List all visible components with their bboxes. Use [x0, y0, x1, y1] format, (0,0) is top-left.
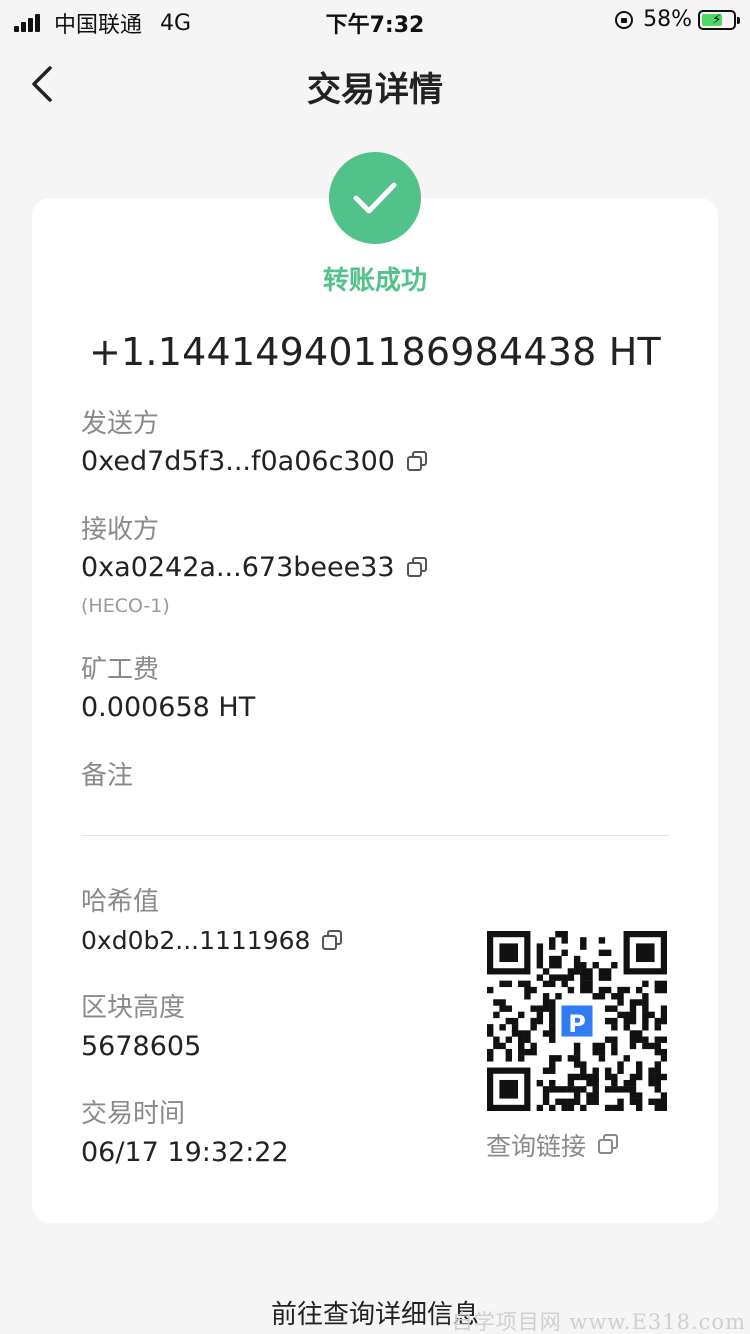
hash-value: 0xd0b2...1111968 [81, 926, 344, 955]
copy-icon[interactable] [322, 929, 344, 952]
status-bar: 中国联通 4G 下午7:32 58% ⚡ [0, 0, 750, 40]
block-height-label: 区块高度 [81, 993, 186, 1023]
status-right: 58% ⚡ [615, 7, 740, 32]
orientation-lock-icon [615, 10, 634, 29]
receiver-address: 0xa0242a...673beee33 [81, 552, 429, 583]
copy-icon[interactable] [406, 450, 429, 473]
screen: 中国联通 4G 下午7:32 58% ⚡ 交易详情 转账成功 +1.144149… [0, 0, 750, 1334]
transfer-status: 转账成功 [322, 266, 427, 296]
fee-label: 矿工费 [81, 655, 160, 685]
sender-address-text: 0xed7d5f3...f0a06c300 [81, 446, 395, 477]
receiver-label: 接收方 [81, 515, 160, 545]
page-title: 交易详情 [307, 70, 443, 110]
battery-percent: 58% [643, 7, 692, 32]
qr-code[interactable]: P [487, 931, 667, 1111]
query-link[interactable]: 查询链接 [486, 1127, 620, 1163]
copy-icon[interactable] [406, 556, 429, 579]
query-link-text: 查询链接 [486, 1132, 587, 1161]
transaction-amount: +1.14414940118698443​8 HT [89, 330, 661, 374]
receiver-address-text: 0xa0242a...673beee33 [81, 552, 395, 583]
block-height-value: 5678605 [81, 1031, 202, 1062]
memo-label: 备注 [81, 761, 134, 791]
receiver-network: (HECO-1) [81, 595, 170, 617]
fee-value: 0.000658 HT [81, 692, 256, 723]
qr-logo-icon: P [568, 1010, 586, 1038]
hash-label: 哈希值 [81, 887, 160, 917]
sender-address: 0xed7d5f3...f0a06c300 [81, 446, 429, 477]
hash-value-text: 0xd0b2...1111968 [81, 926, 311, 955]
transaction-card: 转账成功 +1.14414940118698443​8 HT 发送方 0xed7… [32, 152, 718, 1223]
success-check-icon [329, 152, 421, 244]
battery-icon: ⚡ [698, 9, 740, 30]
tx-time-label: 交易时间 [81, 1099, 186, 1129]
sender-label: 发送方 [81, 409, 160, 439]
nav-bar: 交易详情 [0, 40, 750, 128]
copy-icon[interactable] [598, 1134, 620, 1156]
tx-time-value: 06/17 19:32:22 [81, 1137, 289, 1168]
divider [81, 835, 669, 836]
watermark: 自学项目网 www.E318.com [451, 1310, 746, 1334]
